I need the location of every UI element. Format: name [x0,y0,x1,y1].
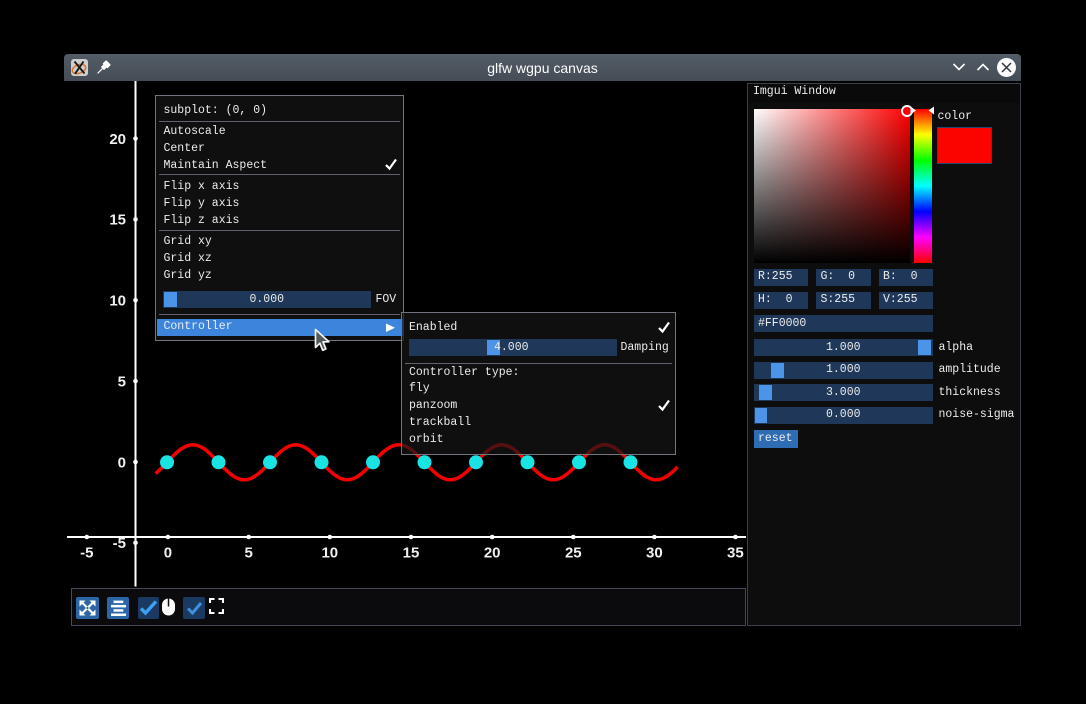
svg-text:0: 0 [118,454,126,471]
svg-text:5: 5 [245,545,253,562]
svg-text:25: 25 [565,545,582,562]
svg-text:20: 20 [484,545,501,562]
svg-text:-5: -5 [113,535,126,552]
svg-text:0: 0 [164,545,172,562]
svg-text:15: 15 [109,212,126,229]
svg-text:10: 10 [321,545,338,562]
svg-text:20: 20 [109,131,126,148]
svg-text:35: 35 [727,545,744,562]
svg-text:10: 10 [109,293,126,310]
svg-text:15: 15 [403,545,420,562]
svg-text:-5: -5 [80,545,93,562]
svg-text:5: 5 [118,373,126,390]
svg-text:30: 30 [646,545,663,562]
